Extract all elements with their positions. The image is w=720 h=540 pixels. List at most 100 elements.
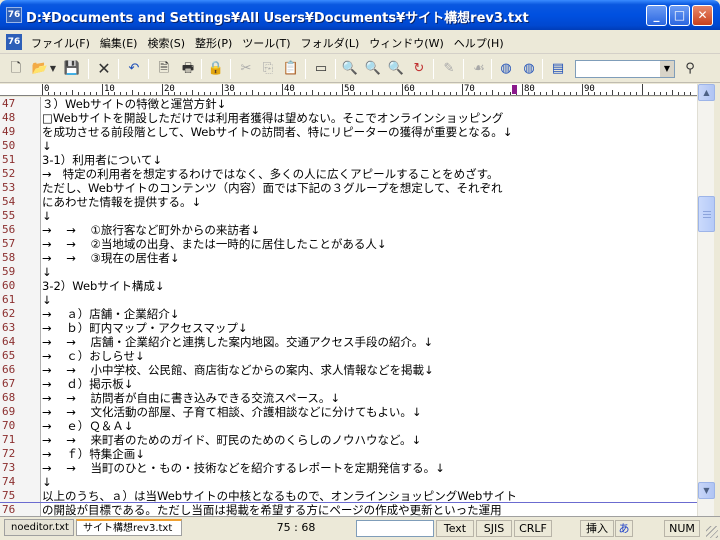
status-insert-mode[interactable]: 挿入: [580, 520, 614, 537]
text-line[interactable]: 63 → ｂ）町内マップ・アクセスマップ↓: [0, 321, 697, 335]
menu-help[interactable]: ヘルプ(H): [449, 34, 509, 52]
scroll-up-button[interactable]: ▲: [698, 84, 715, 101]
text-line[interactable]: 56 → → ①旅行客など町外からの来訪者↓: [0, 223, 697, 237]
text-line[interactable]: 50 ↓: [0, 139, 697, 153]
text-line[interactable]: 51 3-1）利用者について↓: [0, 153, 697, 167]
scroll-down-button[interactable]: ▼: [698, 482, 715, 499]
chevron-down-icon[interactable]: ▼: [660, 61, 674, 77]
search-next-icon[interactable]: 🔍: [363, 59, 383, 79]
tab-site-plan[interactable]: サイト構想rev3.txt: [76, 519, 182, 536]
status-ime[interactable]: あ: [615, 520, 633, 537]
grep-icon[interactable]: ▤: [548, 59, 568, 79]
text-editor[interactable]: 47 ３）Webサイトの特徴と運営方針↓ 48 □Webサイトを開設しただけでは利用者…: [0, 97, 697, 516]
print-icon[interactable]: 🖶: [178, 59, 198, 79]
ruler-tick: [558, 92, 559, 95]
text-line[interactable]: 48 □Webサイトを開設しただけでは利用者獲得は望めない。そこでオンラインショッ…: [0, 111, 697, 125]
text-line[interactable]: 59 ↓: [0, 265, 697, 279]
ruler-tick: [384, 92, 385, 95]
text-line[interactable]: 73 → → 当町のひと・もの・技術などを紹介するレポートを定期発信する。↓: [0, 461, 697, 475]
document-icon[interactable]: 76: [6, 34, 22, 50]
resize-grip-icon[interactable]: [706, 526, 718, 538]
print-preview-icon[interactable]: 🗎: [154, 59, 174, 79]
text-line[interactable]: 52 → 特定の利用者を想定するわけではなく、多くの人に広くアピールすることをめざ…: [0, 167, 697, 181]
text-line[interactable]: 71 → → 来町者のためのガイド、町民のためのくらしのノウハウなど。↓: [0, 433, 697, 447]
menu-edit[interactable]: 編集(E): [95, 34, 143, 52]
minimize-button[interactable]: _: [646, 5, 667, 26]
title-bar[interactable]: 76 D:¥Documents and Settings¥All Users¥D…: [0, 0, 720, 30]
menu-tools[interactable]: ツール(T): [237, 34, 295, 52]
scroll-thumb[interactable]: [698, 196, 715, 232]
status-mode[interactable]: Text: [436, 520, 474, 537]
browser2-icon[interactable]: ◍: [519, 59, 539, 79]
copy-icon[interactable]: ⎘: [258, 59, 278, 79]
search-prev-icon[interactable]: 🔍: [386, 59, 406, 79]
save-icon[interactable]: 💾: [62, 59, 82, 79]
close-doc-icon[interactable]: ✕: [94, 59, 114, 79]
text-line[interactable]: 65 → ｃ）おしらせ↓: [0, 349, 697, 363]
line-text: → 特定の利用者を想定するわけではなく、多くの人に広くアピールすることをめざす。: [42, 167, 499, 181]
new-file-icon[interactable]: 🗋: [6, 59, 26, 79]
search-icon[interactable]: 🔍: [340, 59, 360, 79]
text-line[interactable]: 75 以上のうち、ａ）は当Webサイトの中核となるもので、オンラインショッピングW…: [0, 489, 697, 503]
text-line[interactable]: 62 → ａ）店舗・企業紹介↓: [0, 307, 697, 321]
line-text: → → 小中学校、公民館、商店街などからの案内、求人情報などを掲載↓: [42, 363, 434, 377]
paste-icon[interactable]: 📋: [281, 59, 301, 79]
text-line[interactable]: 67 → ｄ）掲示板↓: [0, 377, 697, 391]
search-combo-input[interactable]: ▼: [575, 60, 675, 78]
text-line[interactable]: 49 を成功させる前段階として、Webサイトの訪問者、特にリピーターの獲得が重要と…: [0, 125, 697, 139]
status-input-field[interactable]: [356, 520, 434, 537]
text-line[interactable]: 57 → → ②当地域の出身、または一時的に居住したことがある人↓: [0, 237, 697, 251]
menu-window[interactable]: ウィンドウ(W): [364, 34, 448, 52]
binoculars-icon[interactable]: ⚲: [680, 59, 700, 79]
window-icon[interactable]: ▭: [311, 59, 331, 79]
text-line[interactable]: 54 にあわせた情報を提供する。↓: [0, 195, 697, 209]
text-line[interactable]: 60 3-2）Webサイト構成↓: [0, 279, 697, 293]
undo-icon[interactable]: ↶: [124, 59, 144, 79]
app-icon[interactable]: 76: [6, 7, 22, 23]
line-number: 62: [0, 307, 40, 321]
text-line[interactable]: 53 ただし、Webサイトのコンテンツ（内容）面では下記の３グループを想定して、そ…: [0, 181, 697, 195]
menu-format[interactable]: 整形(P): [190, 34, 237, 52]
tab-noeditor[interactable]: noeditor.txt: [4, 519, 74, 536]
menu-folder[interactable]: フォルダ(L): [296, 34, 365, 52]
ruler-tick: [300, 92, 301, 95]
lock-icon[interactable]: 🔒: [206, 59, 226, 79]
line-text: → → 来町者のためのガイド、町民のためのくらしのノウハウなど。↓: [42, 433, 422, 447]
text-line[interactable]: 68 → → 訪問者が自由に書き込みできる交流スペース。↓: [0, 391, 697, 405]
replace-icon[interactable]: ↻: [409, 59, 429, 79]
maximize-button[interactable]: □: [669, 5, 690, 26]
text-line[interactable]: 69 → → 文化活動の部屋、子育て相談、介護相談などに分けてもよい。↓: [0, 405, 697, 419]
menu-file[interactable]: ファイル(F): [26, 34, 95, 52]
vertical-scrollbar[interactable]: ▲ ▼: [697, 84, 715, 516]
text-line[interactable]: 76 の開設が目標である。ただし当面は掲載を希望する方にページの作成や更新といった…: [0, 503, 697, 516]
menu-search[interactable]: 検索(S): [142, 34, 190, 52]
close-button[interactable]: ✕: [692, 5, 713, 26]
text-line[interactable]: 72 → ｆ）特集企画↓: [0, 447, 697, 461]
dropdown-arrow-icon[interactable]: ▼: [48, 59, 58, 79]
text-line[interactable]: 61 ↓: [0, 293, 697, 307]
text-line[interactable]: 64 → → 店舗・企業紹介と連携した案内地図。交通アクセス手段の紹介。↓: [0, 335, 697, 349]
ruler-tick: [678, 92, 679, 95]
line-number: 55: [0, 209, 40, 223]
ruler-tick: [96, 92, 97, 95]
tag-icon[interactable]: ☙: [469, 59, 489, 79]
cut-icon[interactable]: ✂: [236, 59, 256, 79]
ruler-tick: [342, 84, 343, 95]
text-line[interactable]: 70 → ｅ）Ｑ＆Ａ↓: [0, 419, 697, 433]
status-encoding[interactable]: SJIS: [476, 520, 512, 537]
text-line[interactable]: 74 ↓: [0, 475, 697, 489]
text-line[interactable]: 58 → → ③現在の居住者↓: [0, 251, 697, 265]
marker-icon[interactable]: ✎: [439, 59, 459, 79]
open-folder-icon[interactable]: 📂: [30, 59, 50, 79]
text-line[interactable]: 55 ↓: [0, 209, 697, 223]
text-line[interactable]: 47 ３）Webサイトの特徴と運営方針↓: [0, 97, 697, 111]
ruler-tick: [162, 84, 163, 95]
status-linebreak[interactable]: CRLF: [514, 520, 552, 537]
browser-icon[interactable]: ◍: [496, 59, 516, 79]
text-line[interactable]: 66 → → 小中学校、公民館、商店街などからの案内、求人情報などを掲載↓: [0, 363, 697, 377]
line-text: ↓: [42, 209, 52, 223]
ruler-label: 60: [404, 84, 415, 94]
ruler-tick: [84, 92, 85, 95]
ruler-label: 40: [284, 84, 295, 94]
line-number: 64: [0, 335, 40, 349]
